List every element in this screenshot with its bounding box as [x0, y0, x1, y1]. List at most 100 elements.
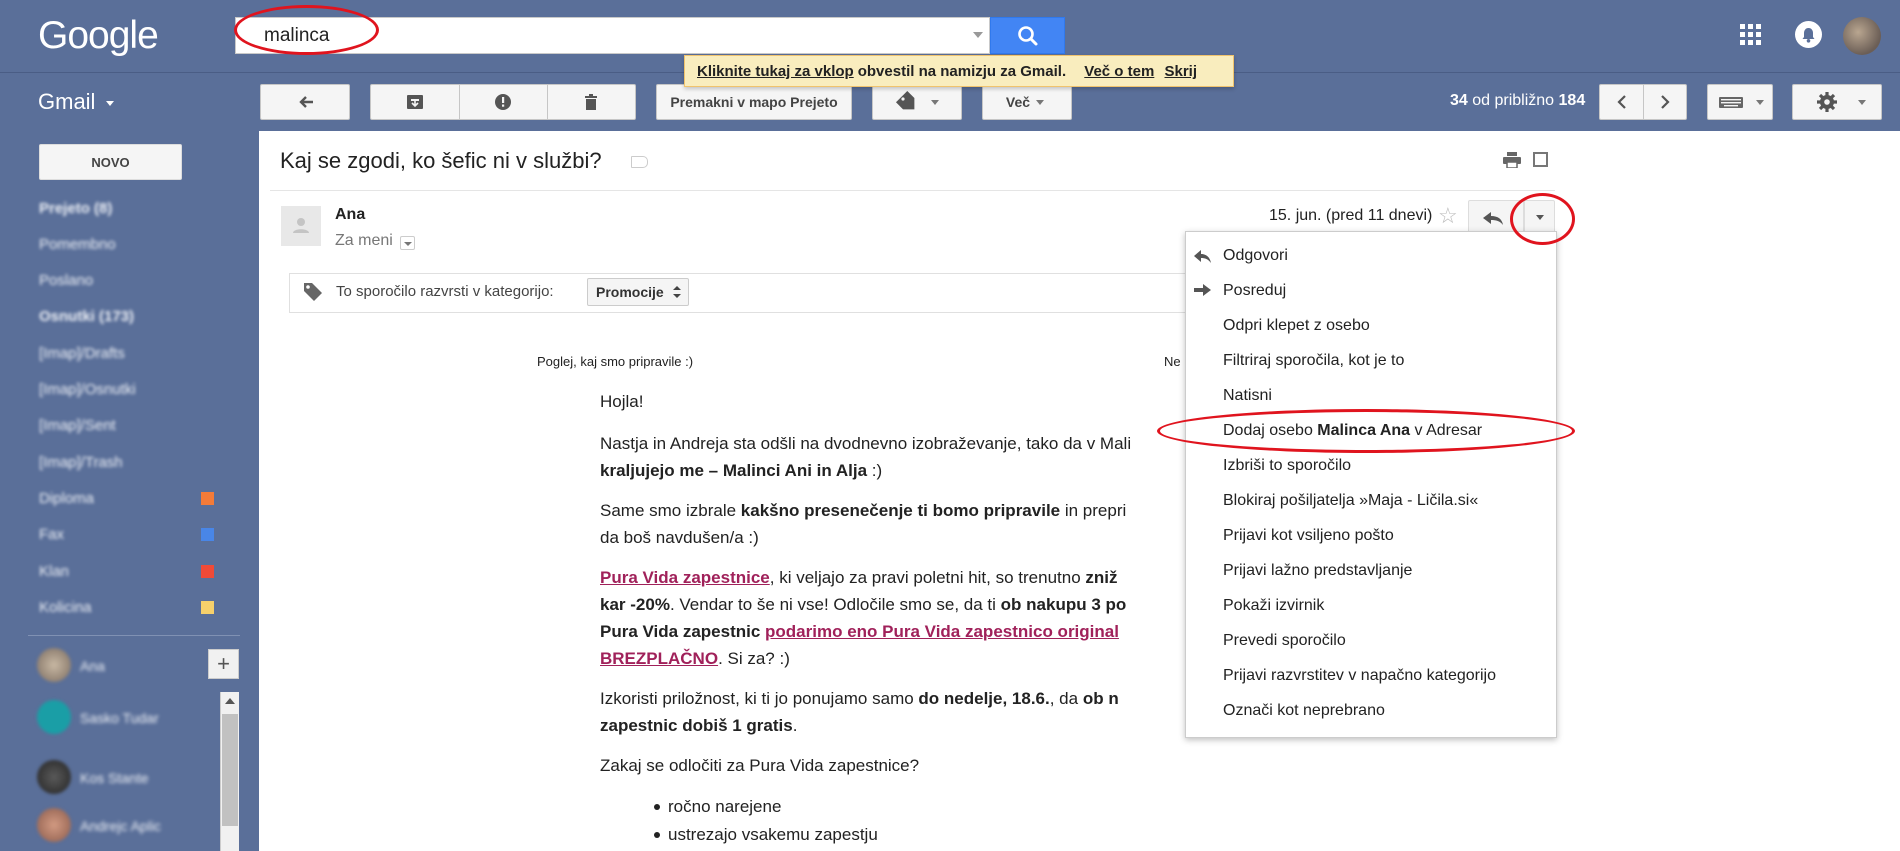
body-p4-a: Izkoristi priložnost, ki ti jo ponujamo …: [600, 689, 919, 708]
label-color-kolicina[interactable]: [201, 601, 214, 614]
sender-avatar[interactable]: [281, 206, 321, 246]
nav-imap-osnutki[interactable]: [Imap]/Osnutki: [39, 381, 136, 398]
nav-label-diploma[interactable]: Diploma: [39, 490, 94, 507]
message-date: 15. jun. (pred 11 dnevi): [1269, 207, 1433, 224]
menu-item-reply[interactable]: Odgovori: [1223, 247, 1288, 265]
menu-item-translate[interactable]: Prevedi sporočilo: [1223, 632, 1346, 650]
menu-item-open-chat[interactable]: Odpri klepet z osebo: [1223, 317, 1370, 335]
nav-inbox[interactable]: Prejeto (8): [39, 200, 112, 217]
label-color-diploma[interactable]: [201, 492, 214, 505]
bell-icon: [1802, 28, 1815, 43]
contact-avatar[interactable]: [37, 808, 71, 842]
body-p4-f: .: [792, 716, 798, 735]
annotation-circle-more-button: [1510, 193, 1575, 245]
label-outline-icon[interactable]: [631, 156, 648, 168]
hide-notification-link[interactable]: Skrij: [1165, 63, 1198, 80]
subject-divider: [270, 190, 1555, 191]
nav-label-fax[interactable]: Fax: [39, 526, 64, 543]
contact-name[interactable]: Kos Stante: [80, 770, 149, 786]
back-button[interactable]: [260, 84, 350, 120]
free-bracelet-link[interactable]: podarimo eno Pura Vida zapestnico origin…: [765, 622, 1119, 641]
print-all-icon[interactable]: [1503, 152, 1521, 169]
enable-notifications-link[interactable]: Kliknite tukaj za vklop: [697, 63, 854, 80]
person-icon: [293, 218, 309, 233]
brezplacno-link[interactable]: BREZPLAČNO: [600, 649, 718, 668]
new-hangout-plus-button[interactable]: +: [208, 649, 239, 679]
menu-item-report-phishing[interactable]: Prijavi lažno predstavljanje: [1223, 562, 1412, 580]
labels-button[interactable]: [872, 84, 962, 120]
newer-chevron-left-icon[interactable]: [1600, 85, 1643, 119]
nav-imap-sent[interactable]: [Imap]/Sent: [39, 417, 116, 434]
move-to-inbox-button[interactable]: Premakni v mapo Prejeto: [656, 84, 852, 120]
label-color-fax[interactable]: [201, 528, 214, 541]
menu-item-forward[interactable]: Posreduj: [1223, 282, 1286, 300]
menu-item-block-sender[interactable]: Blokiraj pošiljatelja »Maja - Ličila.si«: [1223, 492, 1478, 510]
body-p2-line2: da boš navdušen/a :): [600, 528, 759, 547]
body-p3-d: . Vendar to še ni vse! Odločile smo se, …: [669, 595, 1001, 614]
nav-important[interactable]: Pomembno: [39, 236, 116, 253]
body-p5: Zakaj se odločiti za Pura Vida zapestnic…: [600, 756, 920, 775]
label-color-klan[interactable]: [201, 565, 214, 578]
contact-avatar[interactable]: [37, 760, 71, 794]
sidebar-divider: [28, 635, 240, 636]
bullet-dot: [654, 804, 660, 810]
count-total: 184: [1558, 92, 1586, 109]
menu-item-filter[interactable]: Filtriraj sporočila, kot je to: [1223, 352, 1404, 370]
notifications-bell-icon[interactable]: [1795, 21, 1822, 48]
hangouts-user-name[interactable]: Ana: [80, 658, 105, 674]
gmail-menu-label[interactable]: Gmail: [38, 89, 95, 115]
nav-imap-drafts[interactable]: [Imap]/Drafts: [39, 345, 125, 362]
menu-item-delete[interactable]: Izbriši to sporočilo: [1223, 457, 1351, 475]
sender-name[interactable]: Ana: [335, 206, 365, 224]
input-tools-button[interactable]: [1707, 84, 1773, 120]
nav-drafts[interactable]: Osnutki (173): [39, 308, 134, 325]
search-button[interactable]: [990, 17, 1065, 54]
body-p4-line1: Izkoristi priložnost, ki ti jo ponujamo …: [600, 685, 1119, 713]
pura-vida-link[interactable]: Pura Vida zapestnice: [600, 568, 770, 587]
body-p3-a: , ki veljajo za pravi poletni hit, so tr…: [769, 568, 1086, 587]
search-icon: [1018, 26, 1038, 46]
menu-item-report-spam[interactable]: Prijavi kot vsiljeno pošto: [1223, 527, 1394, 545]
body-p1-end: :): [867, 461, 883, 480]
category-select[interactable]: Promocije: [587, 278, 689, 306]
nav-imap-trash[interactable]: [Imap]/Trash: [39, 454, 123, 471]
body-greeting: Hojla!: [600, 392, 644, 411]
forward-arrow-icon: [1194, 284, 1211, 296]
account-avatar[interactable]: [1843, 17, 1881, 55]
scroll-thumb[interactable]: [222, 714, 238, 826]
older-chevron-right-icon[interactable]: [1644, 85, 1687, 119]
scroll-up-arrow-icon[interactable]: [225, 698, 235, 704]
apps-grid-icon[interactable]: [1740, 24, 1762, 46]
contact-name[interactable]: Sasko Tudar: [80, 710, 159, 726]
nav-label-kolicina[interactable]: Kolicina: [39, 599, 92, 616]
compose-button[interactable]: NOVO: [39, 144, 182, 180]
search-options-caret-icon[interactable]: [973, 32, 983, 38]
delete-trash-icon[interactable]: [547, 85, 635, 119]
message-pane: [259, 131, 1900, 851]
contact-name[interactable]: Andrejc Aplic: [80, 818, 161, 834]
email-preheader-right: Ne: [1164, 354, 1181, 369]
category-tag-icon: [304, 283, 322, 301]
contacts-scrollbar[interactable]: [220, 692, 239, 851]
settings-button[interactable]: [1792, 84, 1882, 120]
desktop-notification-banner: Kliknite tukaj za vklop obvestil na namiz…: [684, 55, 1234, 87]
menu-item-print[interactable]: Natisni: [1223, 387, 1272, 405]
nav-sent[interactable]: Poslano: [39, 272, 93, 289]
menu-item-report-misclassification[interactable]: Prijavi razvrstitev v napačno kategorijo: [1223, 667, 1496, 685]
open-new-window-icon[interactable]: [1533, 152, 1548, 167]
archive-icon[interactable]: [371, 85, 459, 119]
keyboard-icon: [1719, 97, 1743, 108]
menu-item-mark-unread[interactable]: Označi kot neprebrano: [1223, 702, 1385, 720]
contact-avatar[interactable]: [37, 700, 71, 734]
google-logo[interactable]: Google: [38, 14, 159, 58]
learn-more-link[interactable]: Več o tem: [1084, 63, 1154, 80]
gmail-menu-caret-icon[interactable]: [106, 101, 114, 106]
more-actions-button[interactable]: Več: [982, 84, 1072, 120]
menu-item-show-original[interactable]: Pokaži izvirnik: [1223, 597, 1324, 615]
report-spam-icon[interactable]: [459, 85, 547, 119]
bullet-dot: [654, 832, 660, 838]
nav-label-klan[interactable]: Klan: [39, 563, 69, 580]
hangouts-user-avatar[interactable]: [37, 648, 71, 682]
star-icon[interactable]: ☆: [1438, 203, 1458, 229]
show-details-caret-icon[interactable]: [400, 236, 415, 250]
